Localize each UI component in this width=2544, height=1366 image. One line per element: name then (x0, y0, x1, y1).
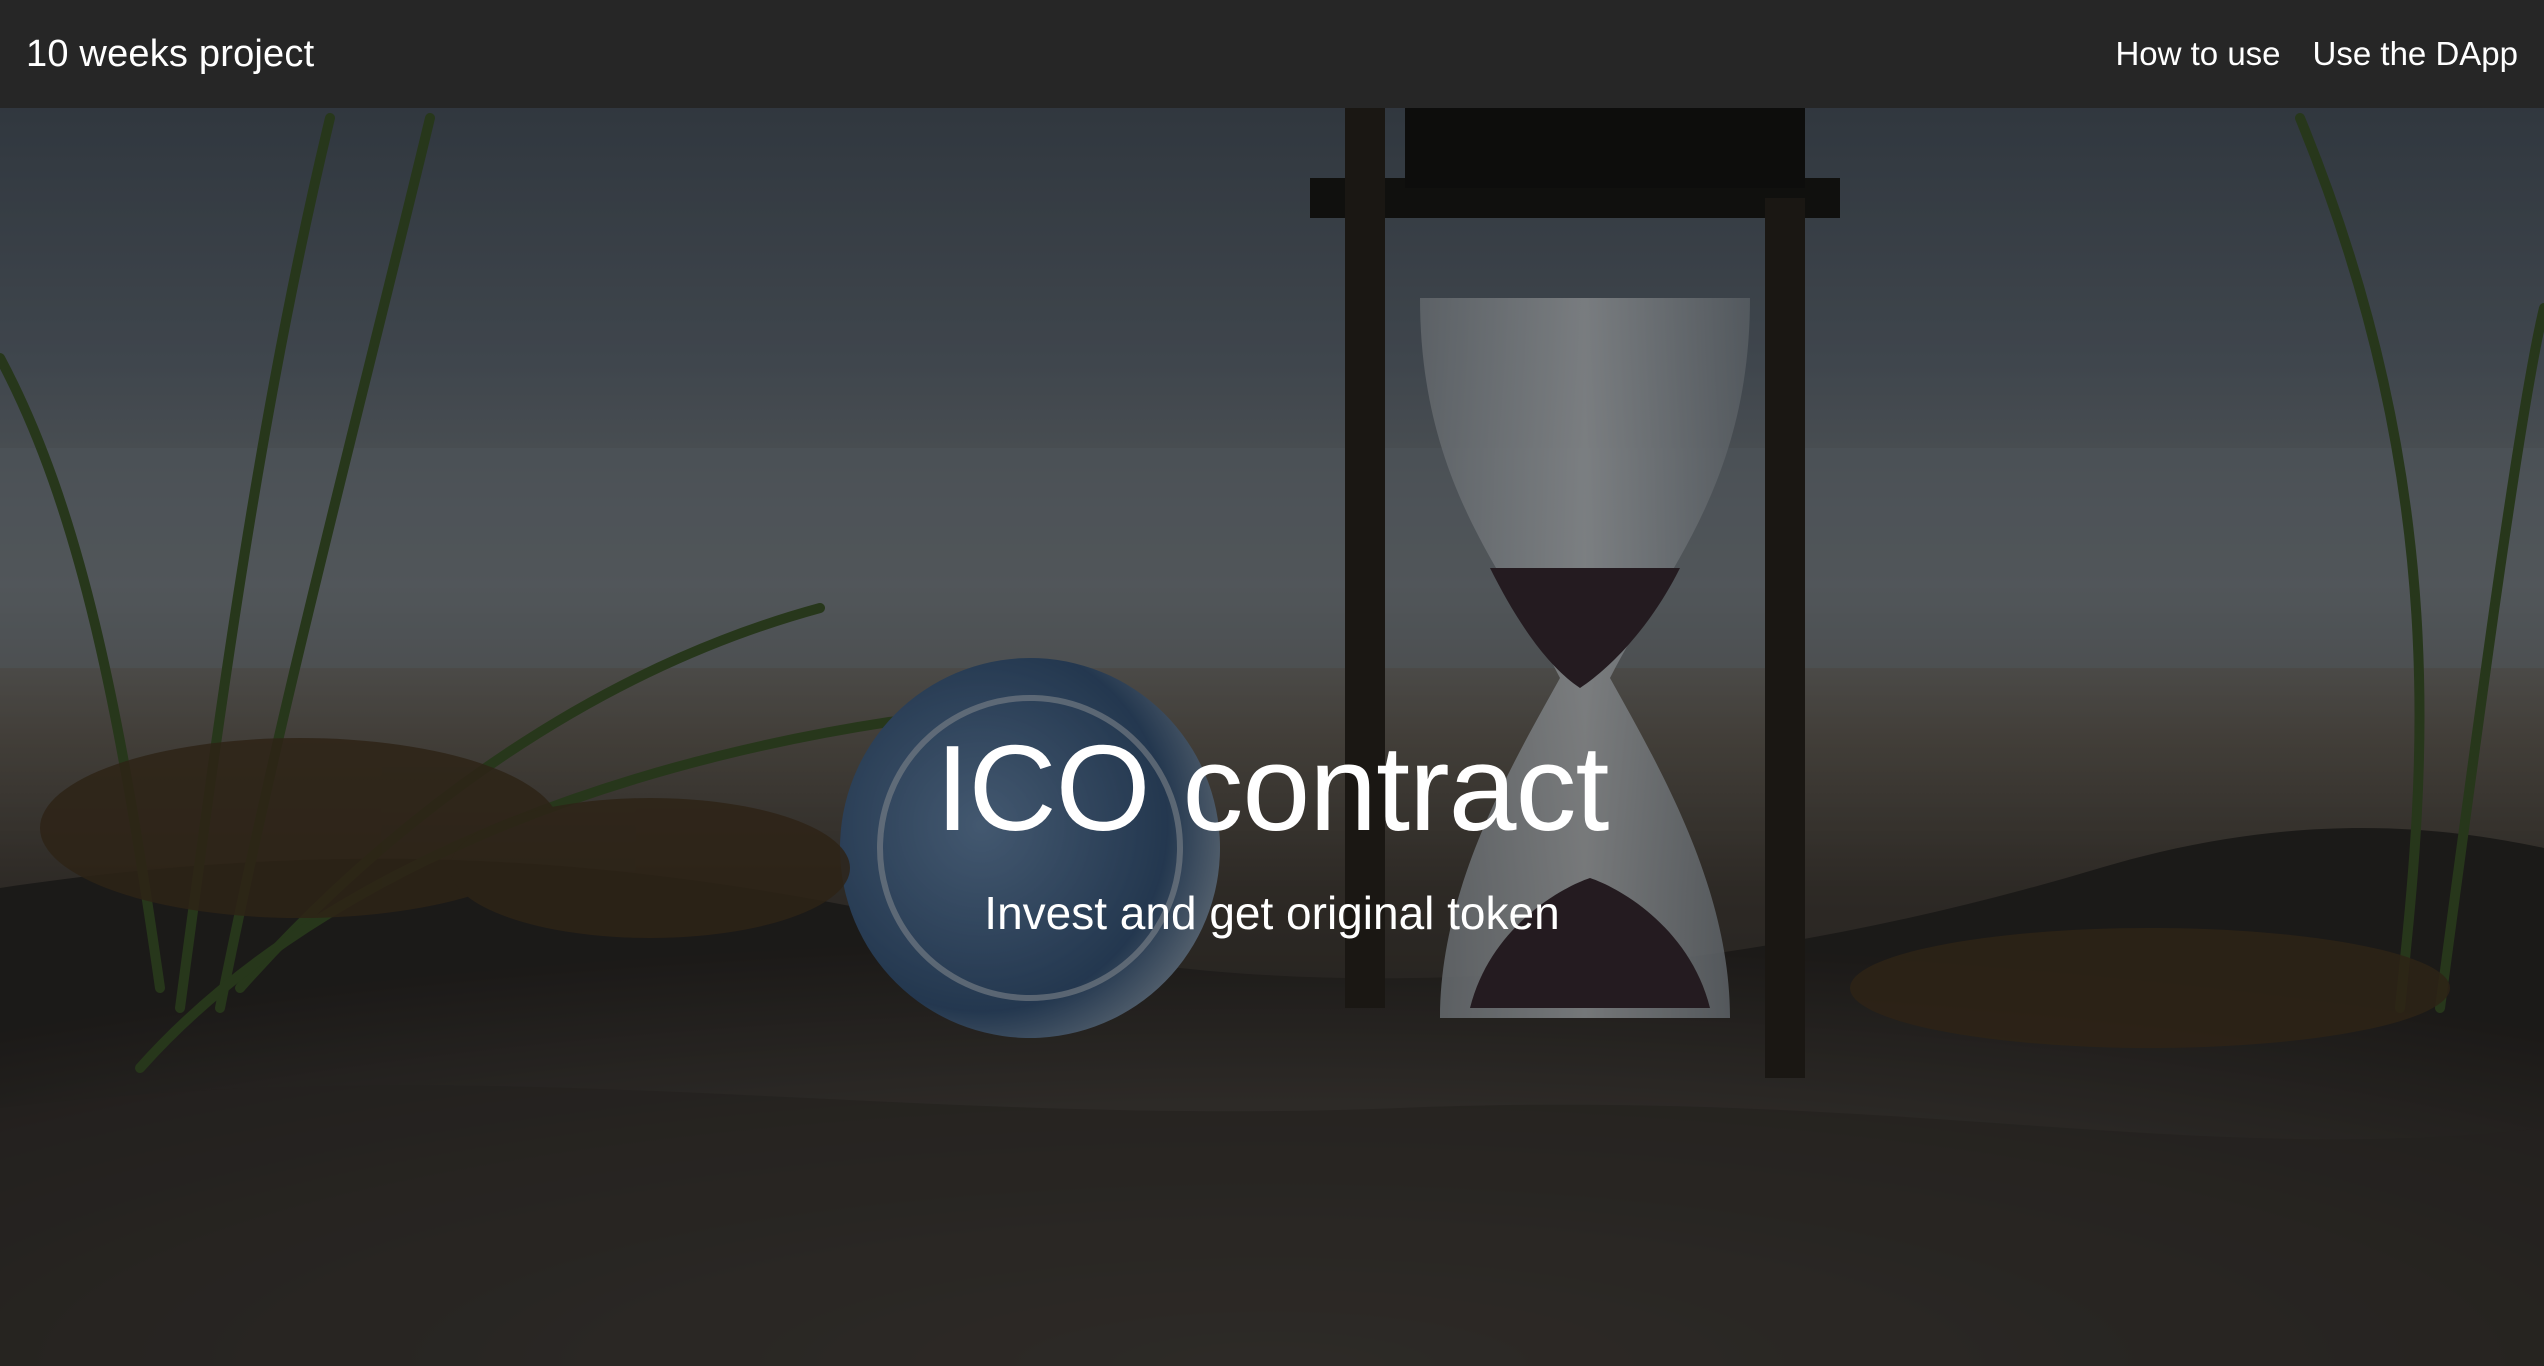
hero-section: ICO contract Invest and get original tok… (0, 108, 2544, 1366)
hero-title: ICO contract (935, 720, 1610, 856)
nav-links: How to use Use the DApp (2115, 35, 2518, 73)
hero-subtitle: Invest and get original token (984, 887, 1560, 939)
brand-link[interactable]: 10 weeks project (26, 33, 314, 76)
top-navbar: 10 weeks project How to use Use the DApp (0, 0, 2544, 108)
nav-link-use-dapp[interactable]: Use the DApp (2313, 35, 2518, 73)
nav-link-how-to-use[interactable]: How to use (2115, 35, 2280, 73)
